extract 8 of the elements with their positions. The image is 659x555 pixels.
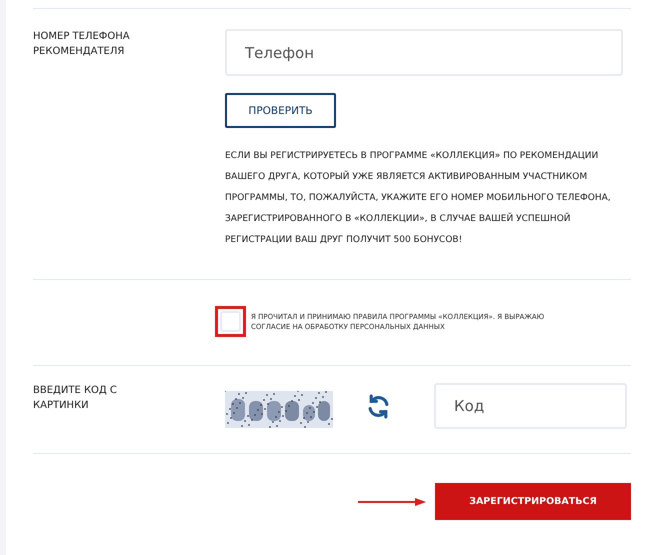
referral-note: ЕСЛИ ВЫ РЕГИСТРИРУЕТЕСЬ В ПРОГРАММЕ «КОЛЛЕКЦИЯ» ПО РЕКОМЕНДАЦИИ ВАШЕГО ДРУГА, КОТОРЫЙ УЖЕ ЯВЛЯЕТСЯ АКТИВИРОВАННЫМ УЧАСТНИКОМ ПРОГРАММЫ, ТО, ПОЖАЛУЙСТА, УКАЖИТЕ ЕГО НОМЕР МОБИЛЬНОГО ТЕЛЕФОНА, ЗАРЕГИСТРИРОВАННОГО В «КОЛЛЕКЦИИ», В СЛУЧАЕ ВАШЕЙ УСПЕШНОЙ РЕГИСТРАЦИИ ВАШ ДРУГ ПОЛУЧИТ 500 БОНУСОВ! (225, 150, 612, 247)
check-button[interactable]: ПРОВЕРИТЬ (225, 93, 336, 128)
phone-input-field[interactable]: Телефон (225, 29, 623, 76)
register-button[interactable]: ЗАРЕГИСТРИРОВАТЬСЯ (435, 483, 631, 520)
code-input-field[interactable]: Код (434, 383, 627, 429)
field-label: НОМЕР ТЕЛЕФОНА РЕКОМЕНДАТЕЛЯ (33, 30, 131, 59)
refresh-icon[interactable] (366, 394, 391, 418)
field-label: ВВЕДИТЕ КОД С КАРТИНКИ (33, 384, 118, 413)
